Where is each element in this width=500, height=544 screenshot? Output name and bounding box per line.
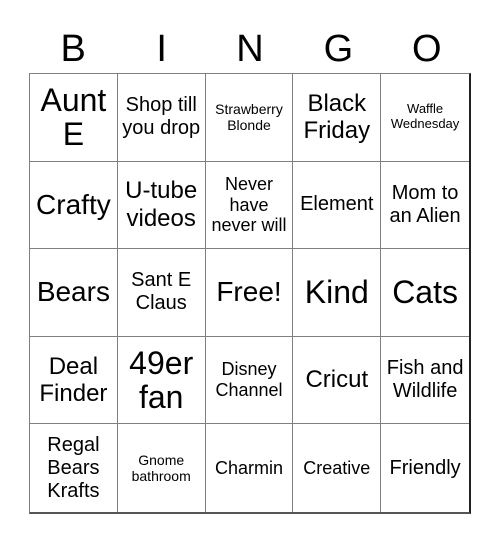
bingo-cell[interactable]: Black Friday [293, 74, 382, 162]
bingo-cell[interactable]: Deal Finder [30, 336, 118, 425]
bingo-cell[interactable]: Bears [30, 249, 118, 337]
bingo-header: B I N G O [29, 24, 471, 74]
bingo-cell[interactable]: Mom to an Alien [381, 162, 469, 250]
bingo-cell[interactable]: Cats [381, 249, 469, 337]
header-letter-n: N [236, 28, 264, 70]
bingo-cell[interactable]: Cricut [293, 336, 382, 425]
bingo-cell[interactable]: Aunt E [30, 74, 118, 162]
header-letter-g: G [323, 28, 354, 70]
bingo-cell[interactable]: Regal Bears Krafts [30, 424, 118, 512]
bingo-cell[interactable]: Disney Channel [205, 336, 294, 425]
bingo-cell[interactable]: Waffle Wednesday [381, 74, 469, 162]
bingo-cell[interactable]: Charmin [206, 424, 294, 512]
bingo-cell[interactable]: U-tube videos [117, 161, 206, 250]
header-letter-i: I [156, 28, 167, 70]
bingo-cell[interactable]: Creative [293, 424, 382, 512]
bingo-board: Aunt E Shop till you drop Strawberry Blo… [29, 73, 471, 514]
bingo-cell[interactable]: Sant E Claus [117, 249, 206, 337]
header-letter-o: O [412, 28, 442, 70]
bingo-cell[interactable]: Gnome bathroom [118, 424, 206, 512]
bingo-cell[interactable]: Crafty [30, 161, 118, 250]
bingo-cell[interactable]: Fish and Wildlife [381, 337, 469, 425]
bingo-cell[interactable]: Shop till you drop [117, 74, 206, 162]
free-space-cell[interactable]: Free! [205, 249, 294, 337]
bingo-cell[interactable]: Friendly [381, 424, 469, 512]
bingo-cell[interactable]: Strawberry Blonde [205, 74, 294, 162]
bingo-cell[interactable]: Kind [293, 249, 382, 337]
bingo-cell[interactable]: Element [293, 161, 382, 250]
header-letter-b: B [60, 28, 86, 70]
bingo-cell[interactable]: Never have never will [205, 161, 294, 250]
bingo-cell[interactable]: 49er fan [117, 336, 206, 425]
